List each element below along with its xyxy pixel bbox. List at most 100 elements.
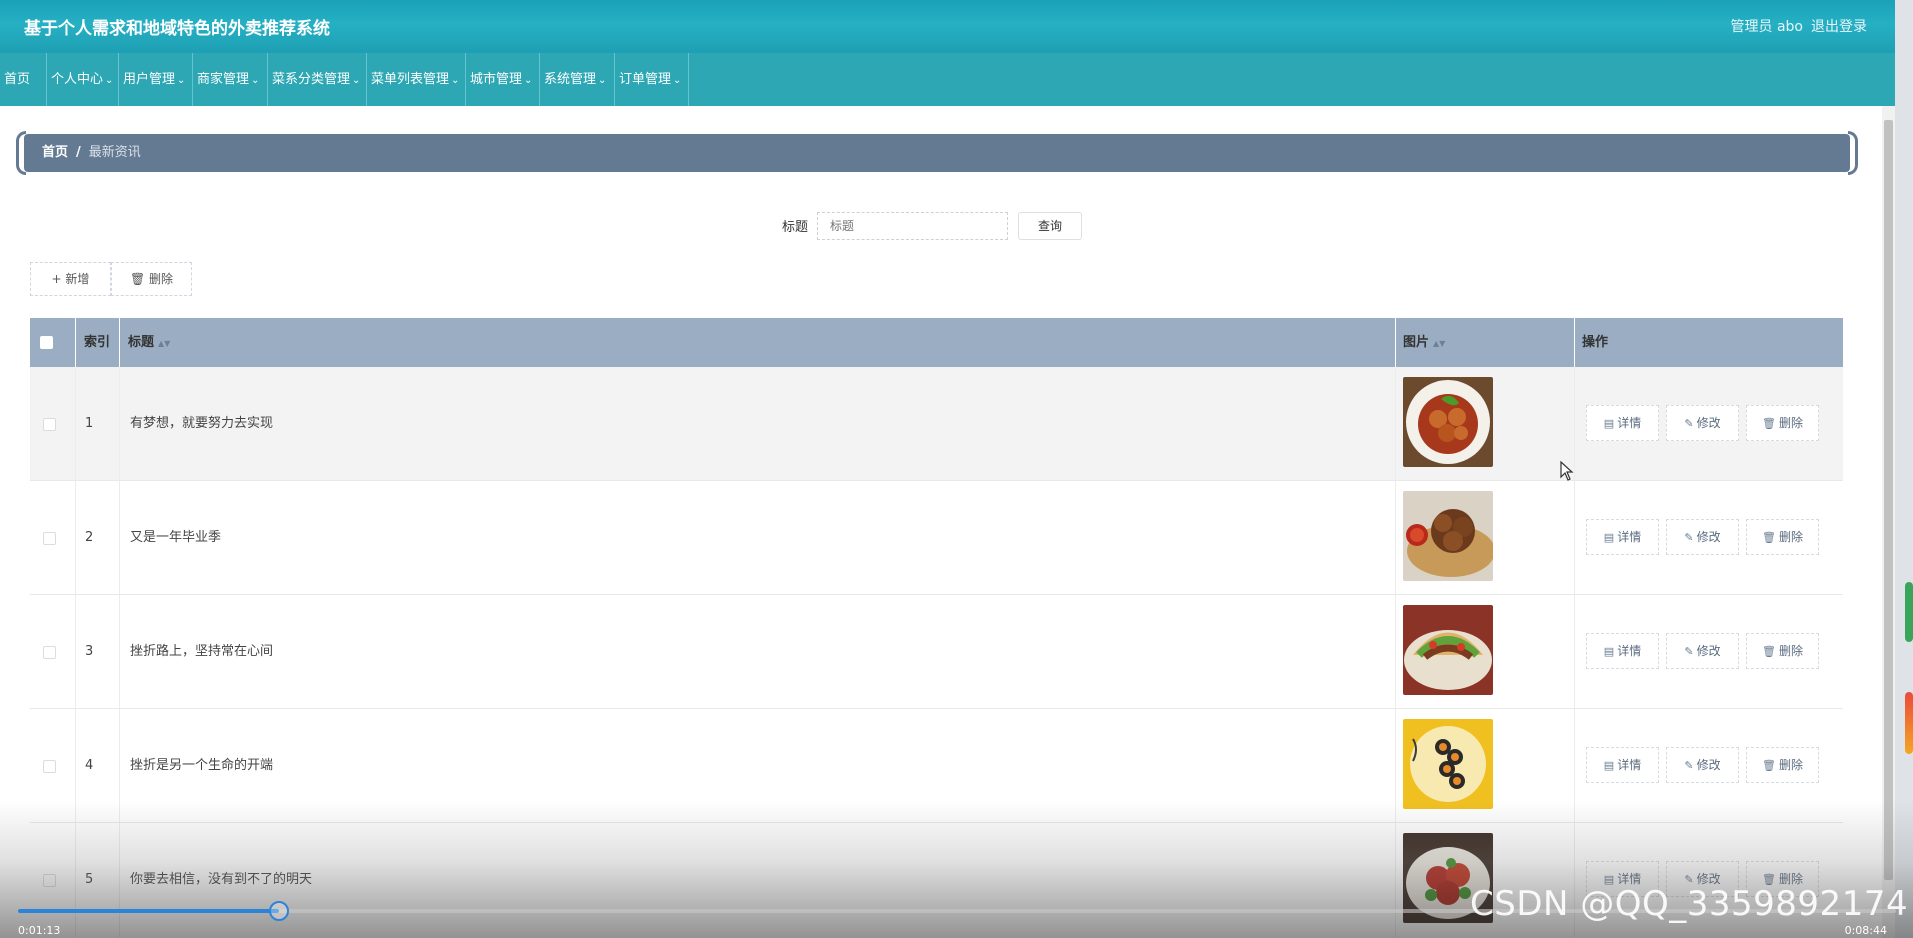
sort-icon: ▲▼ <box>158 339 171 348</box>
add-button[interactable]: + 新增 <box>30 262 111 296</box>
column-divider <box>119 367 120 480</box>
delete-button[interactable]: 🗑 删除 <box>1746 747 1819 783</box>
add-label: 新增 <box>65 272 90 286</box>
row-title: 你要去相信，没有到不了的明天 <box>130 872 313 887</box>
nav-label: 商家管理 <box>197 72 250 87</box>
delete-button[interactable]: 🗑 删除 <box>1746 633 1819 669</box>
batch-delete-button[interactable]: 🗑 删除 <box>111 262 192 296</box>
nav-item-menu-list[interactable]: 菜单列表管理 ⌄ <box>367 53 466 106</box>
query-button[interactable]: 查询 <box>1018 212 1082 240</box>
breadcrumb-container: 首页 / 最新资讯 <box>16 131 1858 175</box>
column-divider <box>75 481 76 594</box>
nav-item-user-management[interactable]: 用户管理 ⌄ <box>119 53 193 106</box>
edit-label: 修改 <box>1696 416 1721 430</box>
nav-item-cuisine-category[interactable]: 菜系分类管理 ⌄ <box>268 53 367 106</box>
header-index: 索引 <box>84 335 111 350</box>
food-image <box>1403 605 1493 695</box>
detail-button[interactable]: ▤ 详情 <box>1586 747 1659 783</box>
nav-item-personal-center[interactable]: 个人中心 ⌄ <box>47 53 119 106</box>
row-index: 3 <box>85 644 94 659</box>
header-actions: 操作 <box>1582 335 1609 350</box>
row-index: 1 <box>85 416 94 431</box>
nav-item-order-management[interactable]: 订单管理 ⌄ <box>615 53 689 106</box>
logout-link[interactable]: 退出登录 <box>1811 16 1867 36</box>
chevron-down-icon: ⌄ <box>673 75 682 86</box>
column-divider <box>119 823 120 937</box>
edit-button[interactable]: ✎ 修改 <box>1666 519 1739 555</box>
search-label: 标题 <box>782 220 809 235</box>
food-image <box>1403 491 1493 581</box>
row-title: 挫折路上，坚持常在心间 <box>130 644 274 659</box>
delete-label: 删除 <box>149 272 174 286</box>
trash-icon: 🗑 <box>1762 759 1776 772</box>
column-divider <box>75 318 76 367</box>
trash-icon: 🗑 <box>1762 531 1776 544</box>
scrollbar-thumb[interactable] <box>1884 120 1893 880</box>
delete-button[interactable]: 🗑 删除 <box>1746 405 1819 441</box>
app-title: 基于个人需求和地域特色的外卖推荐系统 <box>24 19 330 39</box>
row-index: 5 <box>85 872 94 887</box>
breadcrumb-home[interactable]: 首页 <box>42 145 68 160</box>
column-divider <box>119 709 120 822</box>
detail-button[interactable]: ▤ 详情 <box>1586 633 1659 669</box>
header-title[interactable]: 标题 ▲▼ <box>128 318 170 367</box>
chevron-down-icon: ⌄ <box>598 75 607 86</box>
food-image <box>1403 719 1493 809</box>
breadcrumb-current: 最新资讯 <box>88 145 141 160</box>
header-image-label: 图片 <box>1403 335 1430 350</box>
progress-handle[interactable] <box>269 901 290 921</box>
nav-label: 系统管理 <box>544 72 597 87</box>
edit-label: 修改 <box>1696 644 1721 658</box>
chevron-down-icon: ⌄ <box>352 75 361 86</box>
document-icon: ▤ <box>1603 759 1615 772</box>
trash-icon: 🗑 <box>129 272 150 286</box>
column-divider <box>1395 367 1396 480</box>
column-divider <box>75 823 76 937</box>
row-checkbox[interactable] <box>43 760 56 773</box>
progress-fill <box>18 909 280 913</box>
detail-label: 详情 <box>1617 530 1642 544</box>
nav-item-home[interactable]: 首页 <box>0 53 47 106</box>
nav-item-system-management[interactable]: 系统管理 ⌄ <box>540 53 615 106</box>
title-search-input[interactable] <box>817 212 1008 240</box>
breadcrumb-separator: / <box>76 145 81 160</box>
row-checkbox[interactable] <box>43 418 56 431</box>
current-user: 管理员 abo <box>1730 19 1803 35</box>
document-icon: ▤ <box>1603 645 1615 658</box>
row-checkbox[interactable] <box>43 532 56 545</box>
row-title: 挫折是另一个生命的开端 <box>130 758 274 773</box>
window-edge <box>1895 0 1913 938</box>
column-divider <box>75 595 76 708</box>
row-index: 2 <box>85 530 94 545</box>
mouse-pointer-icon <box>1560 460 1574 485</box>
header-title-label: 标题 <box>128 335 155 350</box>
column-divider <box>1574 481 1575 594</box>
edit-button[interactable]: ✎ 修改 <box>1666 747 1739 783</box>
pencil-icon: ✎ <box>1684 417 1694 430</box>
edit-label: 修改 <box>1696 530 1721 544</box>
edit-button[interactable]: ✎ 修改 <box>1666 405 1739 441</box>
pencil-icon: ✎ <box>1684 531 1694 544</box>
delete-label: 删除 <box>1778 530 1803 544</box>
nav-item-merchant-management[interactable]: 商家管理 ⌄ <box>193 53 268 106</box>
detail-button[interactable]: ▤ 详情 <box>1586 519 1659 555</box>
page-scrollbar[interactable] <box>1882 106 1895 938</box>
column-divider <box>119 481 120 594</box>
header-image[interactable]: 图片 ▲▼ <box>1403 318 1445 367</box>
elapsed-time: 0:01:13 <box>18 924 61 937</box>
table-row: 2 又是一年毕业季 ▤ 详情 ✎ 修改 🗑 删除 <box>30 481 1843 595</box>
nav-label: 用户管理 <box>123 72 176 87</box>
detail-label: 详情 <box>1617 644 1642 658</box>
edit-button[interactable]: ✎ 修改 <box>1666 633 1739 669</box>
row-checkbox[interactable] <box>43 646 56 659</box>
table-row: 4 挫折是另一个生命的开端 ▤ 详情 ✎ 修改 🗑 删除 <box>30 709 1843 823</box>
column-divider <box>75 367 76 480</box>
nav-item-city-management[interactable]: 城市管理 ⌄ <box>466 53 540 106</box>
detail-button[interactable]: ▤ 详情 <box>1586 405 1659 441</box>
row-checkbox[interactable] <box>43 874 56 887</box>
select-all-checkbox[interactable] <box>40 336 53 349</box>
edit-label: 修改 <box>1696 758 1721 772</box>
row-title: 又是一年毕业季 <box>130 530 222 545</box>
document-icon: ▤ <box>1603 531 1615 544</box>
delete-button[interactable]: 🗑 删除 <box>1746 519 1819 555</box>
